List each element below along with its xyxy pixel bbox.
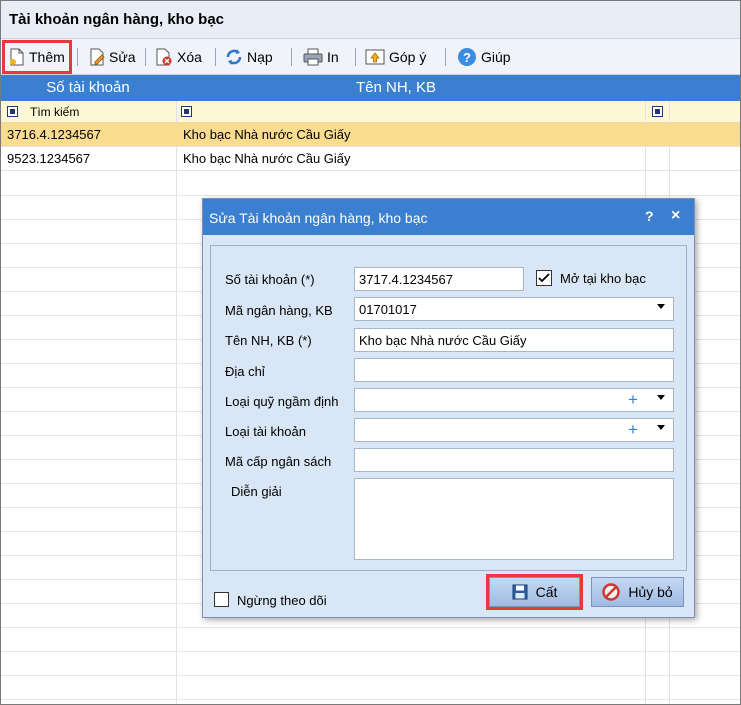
print-button[interactable]: In (299, 43, 343, 71)
dialog-close-icon[interactable]: × (671, 207, 680, 225)
treasury-checkbox[interactable] (536, 270, 552, 286)
grid-header: Số tài khoản Tên NH, KB (1, 75, 740, 101)
chevron-down-icon[interactable] (657, 425, 665, 430)
delete-file-icon (156, 48, 172, 66)
filter-operator-button[interactable] (181, 106, 192, 117)
window-title: Tài khoản ngân hàng, kho bạc (9, 11, 225, 28)
filter-operator-button[interactable] (7, 106, 18, 117)
bank-code-select[interactable]: 01701017 (354, 297, 674, 321)
edit-button[interactable]: Sửa (85, 43, 140, 71)
save-button[interactable]: Cất (486, 574, 583, 610)
delete-button[interactable]: Xóa (151, 43, 206, 71)
add-button-label: Thêm (29, 49, 65, 65)
empty-row-line (1, 195, 740, 196)
cell-bank-name: Kho bạc Nhà nước Cầu Giấy (183, 127, 351, 142)
reload-button[interactable]: Nạp (221, 43, 277, 71)
address-label: Địa chỉ (225, 364, 265, 379)
bank-name-input[interactable]: Kho bạc Nhà nước Cầu Giấy (354, 328, 674, 352)
save-button-label: Cất (535, 584, 558, 600)
refresh-icon (226, 49, 242, 65)
budget-level-label: Mã cấp ngân sách (225, 454, 332, 469)
toolbar-separator (145, 48, 146, 66)
bank-code-value: 01701017 (359, 302, 417, 317)
account-no-label: Số tài khoản (*) (225, 272, 315, 287)
toolbar-separator (355, 48, 356, 66)
feedback-button-label: Góp ý (389, 49, 427, 65)
edit-account-dialog: Sửa Tài khoản ngân hàng, kho bạc ? × Số … (202, 198, 695, 618)
delete-button-label: Xóa (177, 49, 202, 65)
cell-account-no: 9523.1234567 (7, 151, 91, 166)
bank-name-label: Tên NH, KB (*) (225, 333, 312, 348)
edit-pencil-icon (90, 48, 105, 66)
empty-row-line (1, 627, 740, 628)
feedback-button[interactable]: Góp ý (361, 43, 430, 71)
cell-bank-name: Kho bạc Nhà nước Cầu Giấy (183, 151, 351, 166)
description-textarea[interactable] (354, 478, 674, 560)
help-button-label: Giúp (481, 49, 511, 65)
cancel-icon (602, 583, 621, 601)
help-circle-icon: ? (458, 48, 476, 66)
cancel-button[interactable]: Hủy bỏ (591, 577, 684, 607)
printer-icon (303, 48, 323, 66)
column-divider (176, 101, 177, 704)
toolbar-separator (291, 48, 292, 66)
stop-tracking-label[interactable]: Ngừng theo dõi (237, 593, 327, 608)
floppy-disk-icon (512, 584, 528, 600)
main-window: Tài khoản ngân hàng, kho bạc Thêm Sửa Xó… (0, 0, 741, 705)
form-panel: Số tài khoản (*) 3717.4.1234567 Mở tại k… (210, 245, 687, 571)
add-plus-icon[interactable]: + (628, 420, 638, 440)
budget-level-input[interactable] (354, 448, 674, 472)
description-label: Diễn giải (231, 484, 282, 499)
cell-account-no: 3716.4.1234567 (7, 127, 101, 142)
dialog-help-icon[interactable]: ? (645, 208, 654, 224)
chevron-down-icon[interactable] (657, 395, 665, 400)
window-title-bar: Tài khoản ngân hàng, kho bạc (1, 1, 740, 39)
chevron-down-icon[interactable] (657, 304, 665, 309)
edit-button-label: Sửa (109, 49, 136, 65)
treasury-checkbox-label[interactable]: Mở tại kho bạc (560, 271, 646, 286)
table-row[interactable]: 9523.1234567 Kho bạc Nhà nước Cầu Giấy (1, 147, 740, 171)
account-no-input[interactable]: 3717.4.1234567 (354, 267, 524, 291)
grid-filter-row: Tìm kiếm (1, 101, 740, 123)
empty-row-line (1, 675, 740, 676)
fund-type-label: Loại quỹ ngầm định (225, 394, 339, 409)
dialog-title: Sửa Tài khoản ngân hàng, kho bạc (209, 210, 428, 226)
cancel-button-label: Hủy bỏ (628, 584, 673, 600)
help-button[interactable]: ? Giúp (453, 43, 515, 71)
add-plus-icon[interactable]: + (628, 390, 638, 410)
new-file-icon (10, 48, 24, 66)
add-button[interactable]: Thêm (2, 40, 72, 74)
bank-code-label: Mã ngân hàng, KB (225, 303, 333, 318)
print-button-label: In (327, 49, 339, 65)
dialog-title-bar: Sửa Tài khoản ngân hàng, kho bạc ? × (203, 199, 694, 235)
account-type-select[interactable]: + (354, 418, 674, 442)
column-header-bank-name[interactable]: Tên NH, KB (331, 79, 461, 96)
dialog-body: Số tài khoản (*) 3717.4.1234567 Mở tại k… (203, 235, 694, 617)
empty-row-line (1, 699, 740, 700)
check-mark-icon (538, 273, 550, 283)
toolbar: Thêm Sửa Xóa Nạp In Góp ý ? Giúp (1, 39, 740, 75)
feedback-icon (365, 49, 385, 65)
filter-operator-button[interactable] (652, 106, 663, 117)
address-input[interactable] (354, 358, 674, 382)
toolbar-separator (215, 48, 216, 66)
account-type-label: Loại tài khoản (225, 424, 306, 439)
toolbar-separator (445, 48, 446, 66)
reload-button-label: Nạp (247, 49, 273, 65)
table-row[interactable]: 3716.4.1234567 Kho bạc Nhà nước Cầu Giấy (1, 123, 740, 147)
stop-tracking-checkbox[interactable] (214, 592, 229, 607)
filter-search-label[interactable]: Tìm kiếm (30, 105, 79, 119)
toolbar-separator (77, 48, 78, 66)
empty-row-line (1, 651, 740, 652)
fund-type-select[interactable]: + (354, 388, 674, 412)
svg-text:?: ? (463, 50, 471, 65)
column-header-account-no[interactable]: Số tài khoản (21, 79, 155, 96)
